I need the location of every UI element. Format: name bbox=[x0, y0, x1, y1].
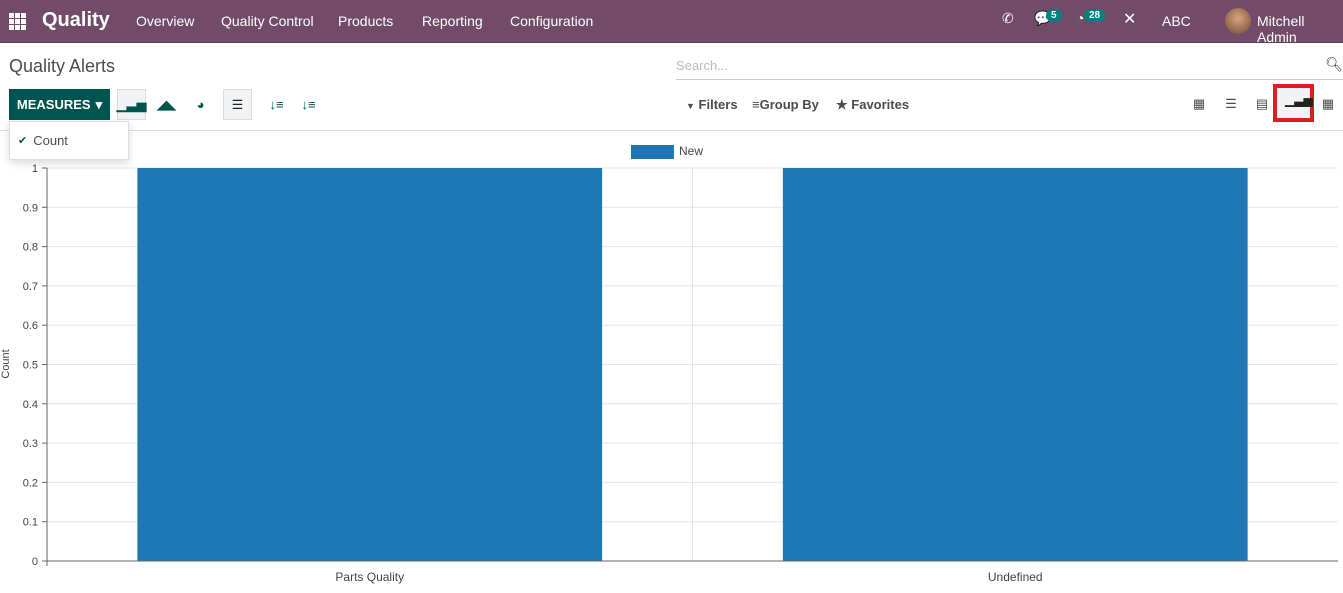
search-bar: 🔍︎ bbox=[676, 52, 1343, 80]
calendar-view-button[interactable]: ▦ bbox=[1318, 94, 1338, 114]
apps-menu-icon[interactable] bbox=[9, 13, 26, 30]
user-menu[interactable]: Mitchell Admin bbox=[1257, 13, 1343, 45]
group-by-label: Group By bbox=[759, 97, 819, 112]
menu-reporting[interactable]: Reporting bbox=[422, 13, 483, 29]
legend-label: New bbox=[679, 144, 703, 158]
calendar-icon: ▦ bbox=[1321, 96, 1335, 111]
y-tick-label: 0.6 bbox=[23, 320, 38, 332]
menu-quality-control[interactable]: Quality Control bbox=[221, 13, 314, 29]
measures-button[interactable]: MEASURES ▾ bbox=[9, 89, 110, 120]
caret-down-icon: ▾ bbox=[95, 96, 103, 112]
menu-overview[interactable]: Overview bbox=[136, 13, 194, 29]
database-icon: ☰ bbox=[231, 96, 244, 112]
menu-configuration[interactable]: Configuration bbox=[510, 13, 593, 29]
y-tick-label: 0.4 bbox=[23, 399, 38, 411]
bar-chart-button[interactable]: ▁▃▅ bbox=[116, 89, 147, 120]
graph-view-button[interactable]: ▁▃▅ bbox=[1273, 84, 1314, 122]
search-input[interactable] bbox=[676, 52, 1316, 78]
x-tick-label: Parts Quality bbox=[335, 570, 404, 584]
measures-label: MEASURES bbox=[16, 97, 91, 112]
activity-icon[interactable]: ◔ bbox=[1076, 10, 1084, 26]
pivot-view-button[interactable]: ▤ bbox=[1252, 94, 1272, 114]
sort-descending-button[interactable]: ↓≡ bbox=[262, 89, 291, 120]
activities-badge: 28 bbox=[1084, 9, 1106, 22]
y-tick-label: 0.9 bbox=[23, 202, 38, 214]
y-tick-label: 0.3 bbox=[23, 438, 38, 450]
menu-products[interactable]: Products bbox=[338, 13, 393, 29]
y-axis-label: Count bbox=[0, 349, 12, 378]
bar-chart-icon: ▁▃▅ bbox=[1285, 93, 1313, 107]
y-tick-label: 1 bbox=[32, 163, 38, 175]
group-by-icon: ≡ bbox=[752, 97, 760, 112]
favorites-button[interactable]: ★ Favorites bbox=[836, 97, 909, 113]
pie-chart-button[interactable]: ◕ bbox=[186, 89, 215, 120]
bar bbox=[782, 168, 1248, 561]
bar-chart: 0 0.1 0.2 0.3 0.4 0.5 0.6 0.7 0.8 0.9 1 Parts Quali… bbox=[0, 144, 1338, 584]
list-icon: ☰ bbox=[1225, 96, 1237, 111]
search-icon[interactable]: 🔍︎ bbox=[1325, 56, 1343, 73]
stacked-button[interactable]: ☰ bbox=[223, 89, 252, 120]
line-chart-button[interactable]: ◢◣ bbox=[152, 89, 181, 120]
filters-label: Filters bbox=[698, 97, 738, 112]
favorites-label: Favorites bbox=[851, 97, 910, 112]
pie-chart-icon: ◕ bbox=[196, 97, 205, 112]
x-tick-label: Undefined bbox=[988, 570, 1043, 584]
list-view-button[interactable]: ☰ bbox=[1221, 94, 1241, 114]
page-title: Quality Alerts bbox=[9, 56, 116, 76]
group-by-button[interactable]: ≡Group By bbox=[752, 97, 819, 112]
messages-badge: 5 bbox=[1046, 9, 1062, 22]
y-tick-label: 0.1 bbox=[23, 517, 38, 529]
y-tick-label: 0 bbox=[32, 556, 38, 568]
kanban-icon: ▦ bbox=[1192, 96, 1206, 111]
phone-icon[interactable]: ✆ bbox=[1002, 10, 1014, 27]
bar bbox=[137, 168, 603, 561]
y-tick-label: 0.7 bbox=[23, 281, 38, 293]
y-tick-label: 0.5 bbox=[23, 360, 38, 372]
company-switcher[interactable]: ABC bbox=[1162, 13, 1191, 29]
y-tick-label: 0.2 bbox=[23, 477, 38, 489]
legend-swatch bbox=[631, 145, 674, 159]
sort-ascending-icon: ↓≡ bbox=[301, 97, 316, 112]
top-navbar: Quality Overview Quality Control Product… bbox=[0, 0, 1343, 45]
check-icon: ✔ bbox=[18, 135, 28, 147]
app-brand[interactable]: Quality bbox=[42, 9, 110, 32]
tools-icon[interactable]: ✕ bbox=[1123, 9, 1136, 29]
sort-ascending-button[interactable]: ↓≡ bbox=[294, 89, 323, 120]
measures-dropdown: ✔ Count bbox=[9, 121, 129, 160]
measure-item-count[interactable]: Count bbox=[33, 133, 68, 148]
avatar[interactable] bbox=[1225, 8, 1251, 34]
filters-button[interactable]: ▼ Filters bbox=[686, 97, 738, 112]
y-tick-label: 0.8 bbox=[23, 242, 38, 254]
bar-chart-icon: ▁▃▅ bbox=[116, 96, 147, 112]
area-chart-icon: ◢◣ bbox=[156, 96, 177, 112]
table-icon: ▤ bbox=[1255, 96, 1269, 111]
star-icon: ★ bbox=[836, 97, 848, 112]
filter-icon: ▼ bbox=[686, 101, 695, 111]
kanban-view-button[interactable]: ▦ bbox=[1189, 94, 1209, 114]
sort-descending-icon: ↓≡ bbox=[269, 97, 284, 112]
